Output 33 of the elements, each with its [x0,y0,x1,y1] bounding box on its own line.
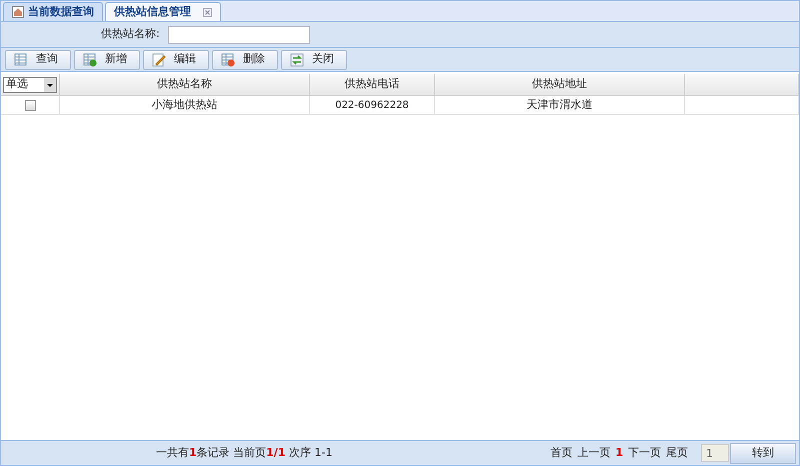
pager-link[interactable]: 首页 [550,444,572,462]
pencil-icon [152,52,166,66]
column-header: 供热站名称 [157,76,212,92]
arrows-icon [290,52,304,66]
column-header: 供热站地址 [532,76,587,92]
house-icon [12,6,24,18]
table-cell-text: 天津市渭水道 [526,96,592,113]
page-field[interactable]: 1 [701,444,729,462]
select-mode-dropdown[interactable]: 单选 [3,76,57,92]
table-icon [14,52,28,66]
search-field[interactable] [168,26,310,44]
table-cell-text: 小海地供热站 [152,96,218,113]
go-button[interactable]: 转到 [730,442,796,464]
row-checkbox[interactable] [24,100,36,110]
toolbar-button[interactable]: 新增 [74,50,140,70]
toolbar-button[interactable]: 查询 [5,50,71,70]
tab[interactable]: 供热站信息管理 [105,2,221,21]
table-remove-icon [221,52,235,66]
column-header: 供热站电话 [344,76,400,92]
pager-link[interactable]: 上一页 [577,444,610,462]
search-label: 供热站名称: [101,26,160,42]
toolbar-button[interactable]: 编辑 [143,50,209,70]
table-cell-text: 022-60962228 [335,98,409,112]
pager-link[interactable]: 尾页 [666,444,688,462]
current-page-number: 1 [615,444,623,461]
close-icon[interactable] [203,8,212,16]
tab[interactable]: 当前数据查询 [3,2,103,21]
toolbar-button[interactable]: 关闭 [281,50,347,70]
table-add-icon [83,52,97,66]
caret-icon [44,78,56,92]
record-summary: 一共有1条记录 当前页1/1 次序 1-1 [156,444,332,461]
pager-link[interactable]: 下一页 [628,444,661,462]
toolbar-button[interactable]: 删除 [212,50,278,70]
